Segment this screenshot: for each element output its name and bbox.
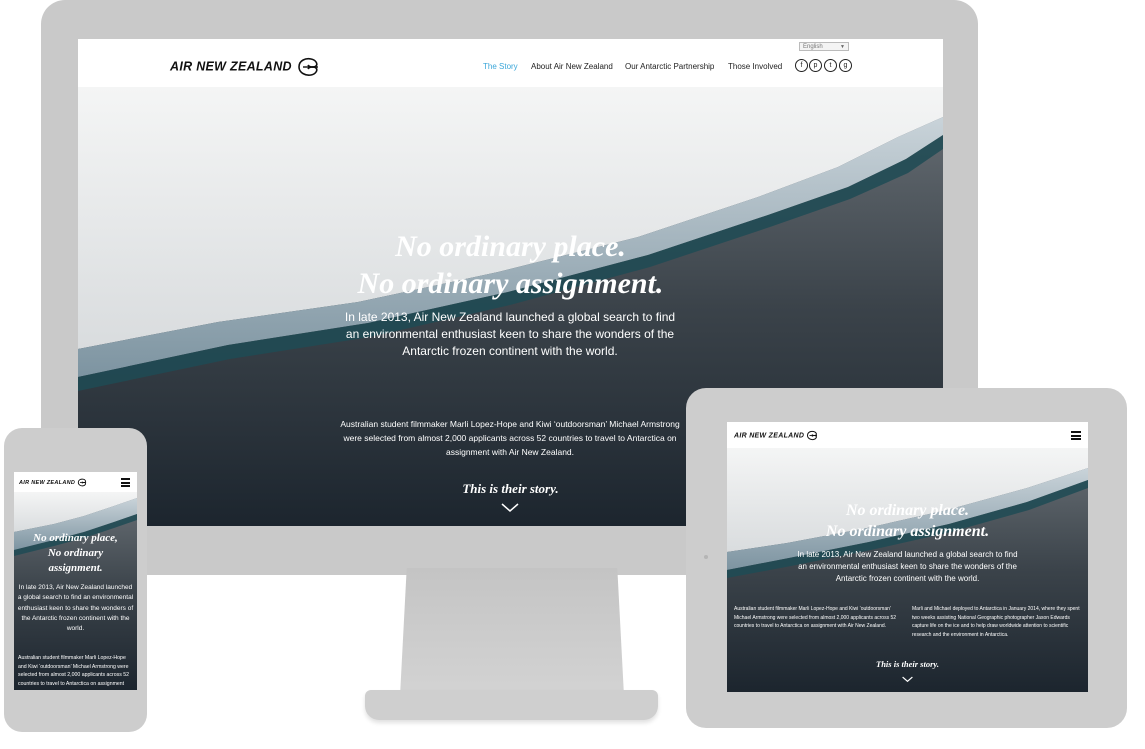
headline-line-1: No ordinary place, xyxy=(33,532,118,544)
tablet-logo[interactable]: AIR NEW ZEALAND xyxy=(734,430,818,441)
chevron-down-icon: ▼ xyxy=(840,44,845,50)
phone-screen: AIR NEW ZEALAND No ordinary place, No or… xyxy=(14,472,137,690)
menu-hamburger-icon[interactable] xyxy=(121,478,130,487)
phone-logo[interactable]: AIR NEW ZEALAND xyxy=(19,478,87,487)
phone-headline: No ordinary place, No ordinary assignmen… xyxy=(14,531,137,576)
headline-line-2: No ordinary xyxy=(47,547,104,559)
phone-header: AIR NEW ZEALAND xyxy=(14,472,137,492)
tablet-body-left: Australian student filmmaker Marli Lopez… xyxy=(734,606,897,629)
tablet-headline: No ordinary place. No ordinary assignmen… xyxy=(727,500,1088,542)
desktop-intro-text: In late 2013, Air New Zealand launched a… xyxy=(344,310,676,358)
tablet-body-right: Marli and Michael deployed to Antarctica… xyxy=(912,606,1080,638)
tablet-cta-text[interactable]: This is their story. xyxy=(727,659,1088,669)
tablet-hero: No ordinary place. No ordinary assignmen… xyxy=(727,448,1088,692)
language-select-value: English xyxy=(803,44,823,50)
menu-hamburger-icon[interactable] xyxy=(1071,431,1081,440)
headline-line-1: No ordinary place. xyxy=(395,230,626,263)
desktop-header: AIR NEW ZEALAND English ▼ The Story Abou… xyxy=(78,39,943,87)
facebook-icon[interactable]: f xyxy=(795,59,808,72)
logo-text: AIR NEW ZEALAND xyxy=(734,432,805,440)
pinterest-icon[interactable]: p xyxy=(809,59,822,72)
headline-line-1: No ordinary place. xyxy=(845,502,970,519)
nav-those-involved[interactable]: Those Involved xyxy=(728,62,782,71)
logo-text: AIR NEW ZEALAND xyxy=(170,59,292,74)
phone-body-text: Australian student filmmaker Marli Lopez… xyxy=(18,655,130,688)
desktop-monitor-stand xyxy=(400,568,624,696)
tablet-header: AIR NEW ZEALAND xyxy=(727,422,1088,448)
chevron-down-icon[interactable] xyxy=(902,676,913,683)
nav-our-antarctic-partnership[interactable]: Our Antarctic Partnership xyxy=(625,62,714,71)
headline-line-2: No ordinary assignment. xyxy=(825,523,990,540)
nav-about-air-new-zealand[interactable]: About Air New Zealand xyxy=(531,62,613,71)
google-plus-icon[interactable]: g xyxy=(839,59,852,72)
logo-text: AIR NEW ZEALAND xyxy=(19,479,76,486)
twitter-icon[interactable]: t xyxy=(824,59,837,72)
language-select[interactable]: English ▼ xyxy=(799,42,849,51)
headline-line-2: No ordinary assignment. xyxy=(357,267,664,300)
phone-intro-text: In late 2013, Air New Zealand launched a… xyxy=(17,584,134,633)
koru-logo-icon xyxy=(77,478,87,487)
desktop-monitor-base xyxy=(365,690,658,720)
headline-line-3: assignment. xyxy=(48,562,103,574)
nav-the-story[interactable]: The Story xyxy=(483,62,518,71)
chevron-down-icon[interactable] xyxy=(501,503,519,513)
desktop-body-text: Australian student filmmaker Marli Lopez… xyxy=(340,419,680,457)
tablet-intro-text: In late 2013, Air New Zealand launched a… xyxy=(797,550,1018,583)
phone-hero: No ordinary place, No ordinary assignmen… xyxy=(14,492,137,690)
tablet-screen: AIR NEW ZEALAND No ordinary place. No or… xyxy=(727,422,1088,692)
koru-logo-icon xyxy=(807,430,818,441)
koru-logo-icon xyxy=(297,57,318,76)
desktop-headline: No ordinary place. No ordinary assignmen… xyxy=(78,228,943,302)
tablet-camera xyxy=(704,555,708,559)
desktop-logo[interactable]: AIR NEW ZEALAND xyxy=(170,56,320,78)
